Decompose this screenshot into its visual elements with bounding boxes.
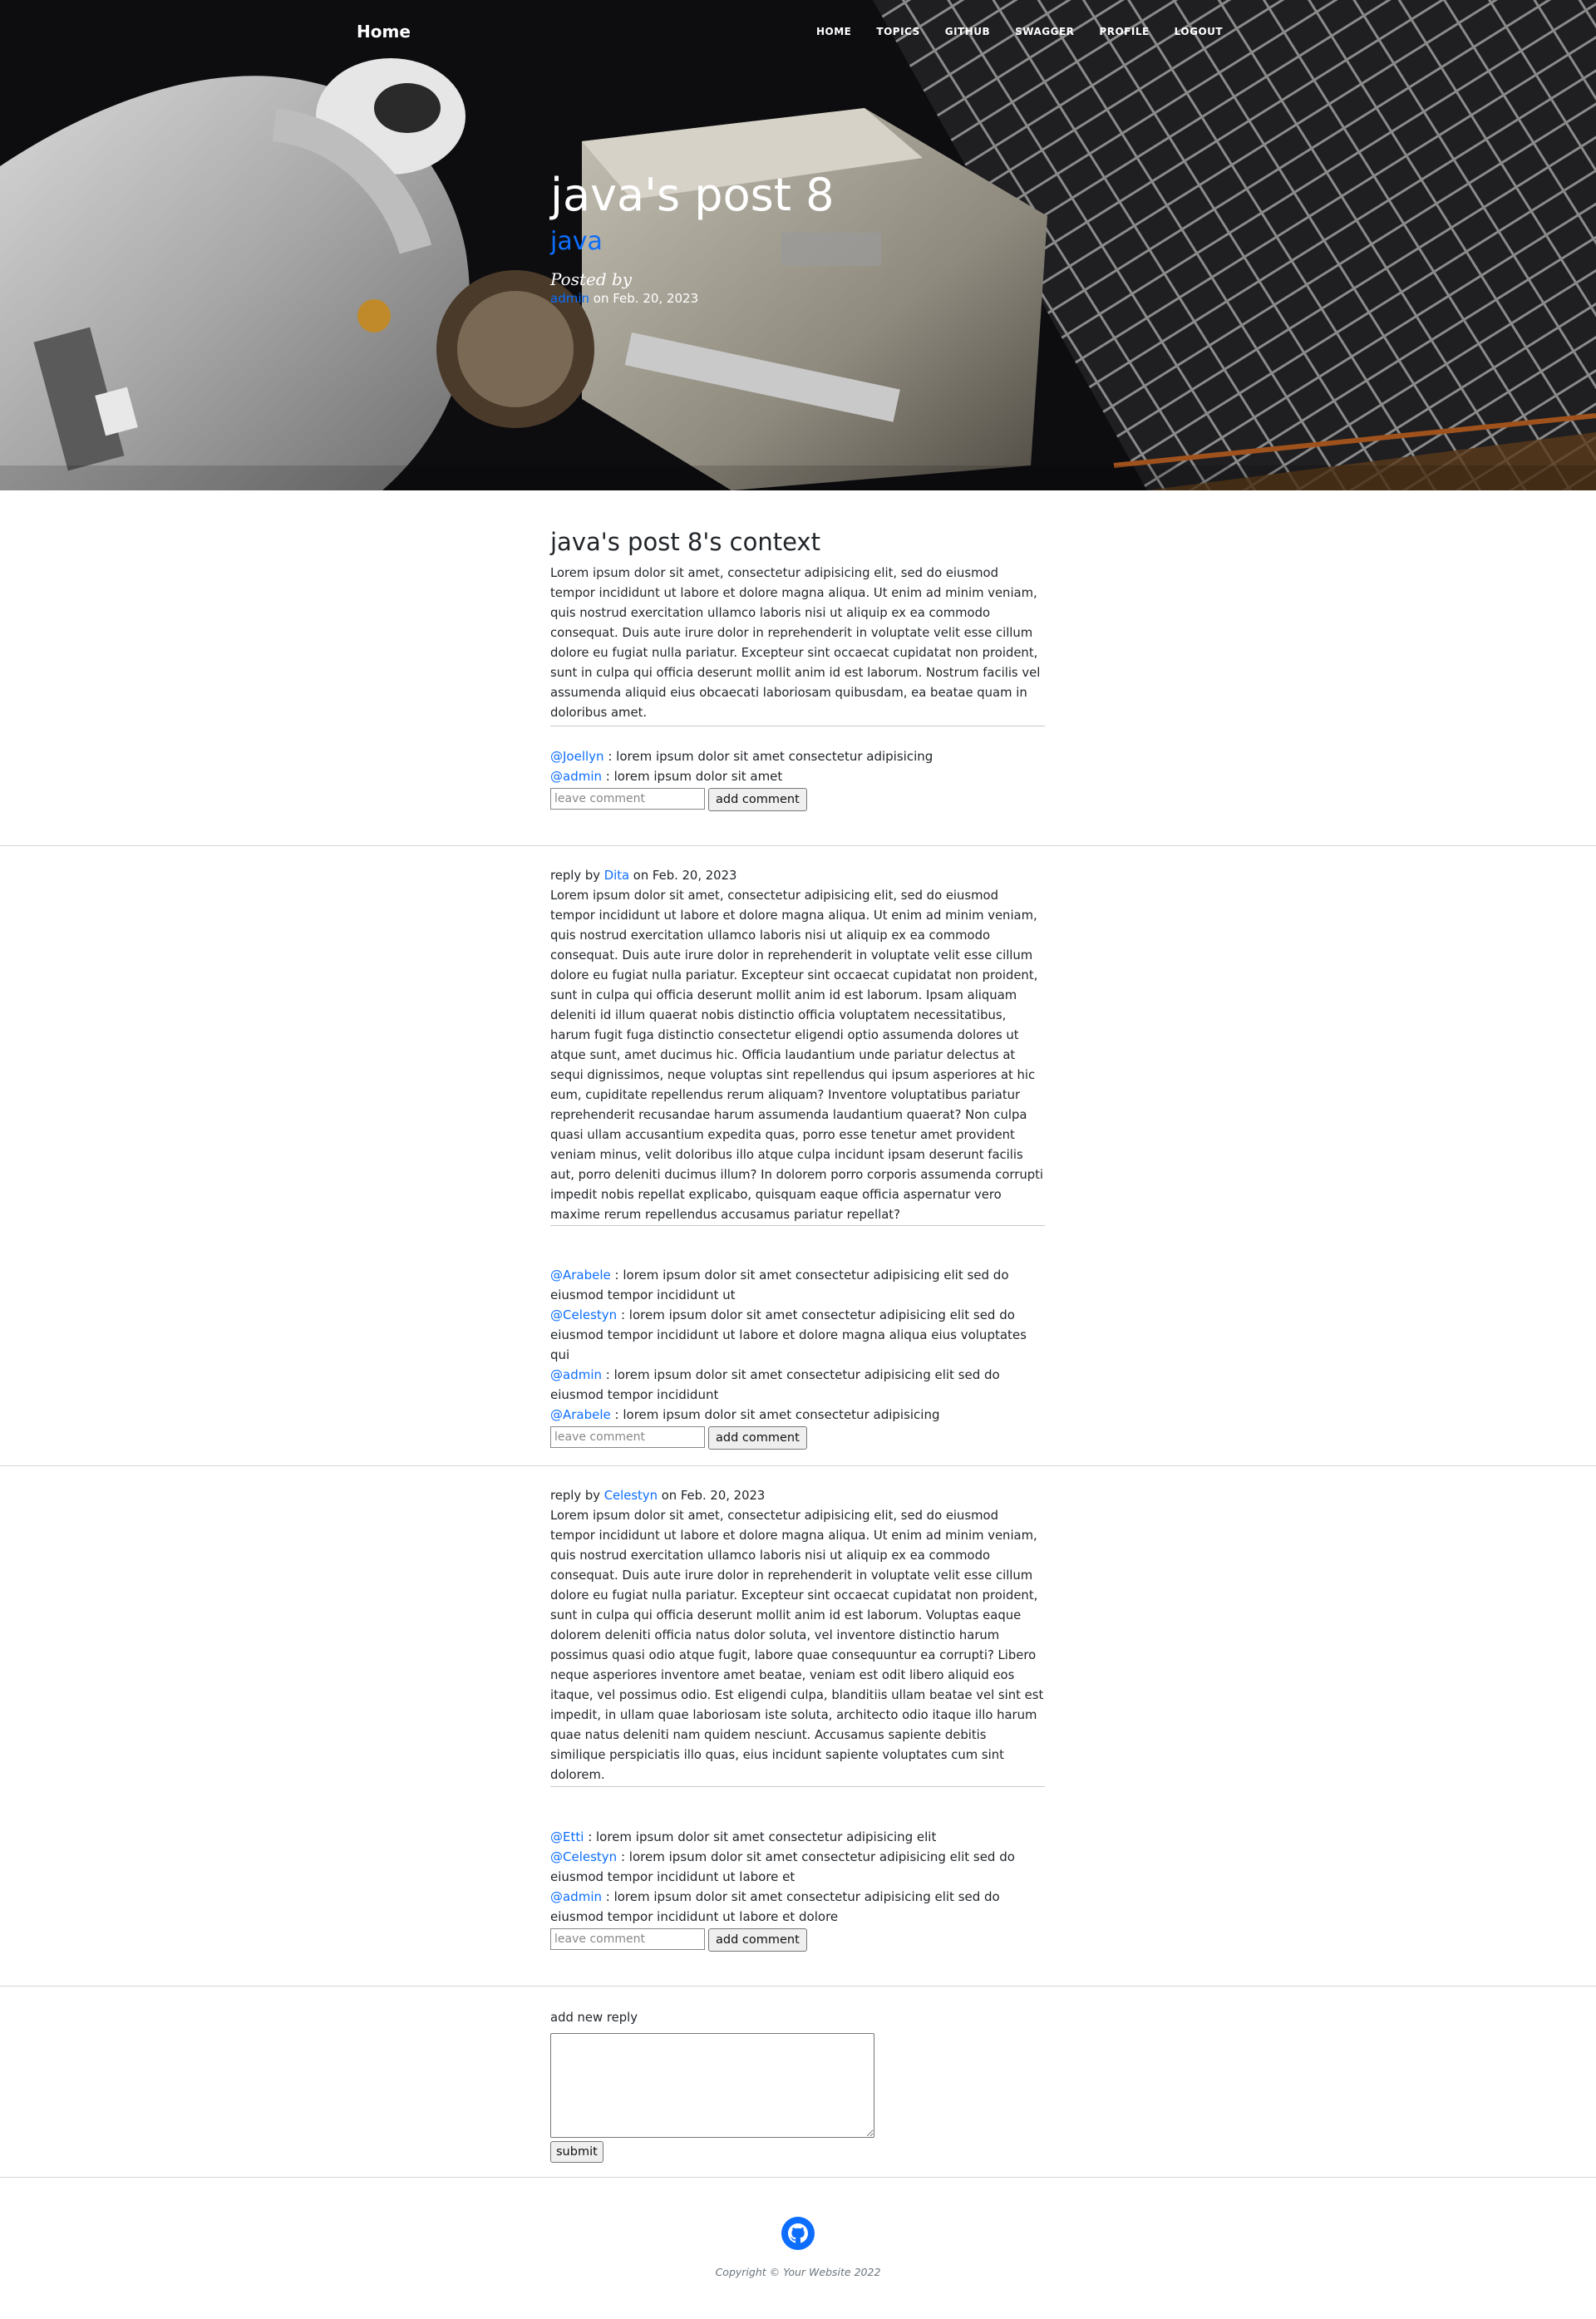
submit-button[interactable]: submit xyxy=(550,2141,603,2163)
post-meta: admin on Feb. 20, 2023 xyxy=(550,291,834,306)
reply-prefix: reply by xyxy=(550,1489,604,1503)
section-divider xyxy=(0,1986,1596,1987)
comment-user-link[interactable]: @Arabele xyxy=(550,1407,611,1422)
comment-user-link[interactable]: @Celestyn xyxy=(550,1307,617,1322)
top-navbar: Home HOME TOPICS GITHUB SWAGGER PROFILE … xyxy=(0,0,1596,66)
comment-user-link[interactable]: @Etti xyxy=(550,1829,584,1844)
divider xyxy=(550,1786,1045,1787)
context-text: Lorem ipsum dolor sit amet, consectetur … xyxy=(550,566,1041,720)
post-author-link[interactable]: admin xyxy=(550,291,589,306)
comment-user-link[interactable]: @Celestyn xyxy=(550,1849,617,1864)
nav-link-logout[interactable]: LOGOUT xyxy=(1175,26,1223,37)
nav-link-github[interactable]: GITHUB xyxy=(945,26,990,37)
post-heading: java's post 8 java Posted by admin on Fe… xyxy=(550,166,834,306)
reply-meta: reply by Dita on Feb. 20, 2023 xyxy=(550,866,1045,886)
reply-comments: @Arabele : lorem ipsum dolor sit amet co… xyxy=(550,1265,1045,1450)
comment-form: add comment xyxy=(550,1426,1045,1450)
comment-user-link[interactable]: @Arabele xyxy=(550,1268,611,1283)
navbar-brand[interactable]: Home xyxy=(357,22,411,42)
reply: reply by Dita on Feb. 20, 2023 Lorem ips… xyxy=(550,866,1045,1225)
new-reply-form: add new reply submit xyxy=(550,2008,1045,2163)
comment-text: : lorem ipsum dolor sit amet consectetur… xyxy=(584,1829,937,1844)
comment-user-link[interactable]: @Joellyn xyxy=(550,749,604,764)
comment-input[interactable] xyxy=(550,1426,705,1448)
comment-text: : lorem ipsum dolor sit amet consectetur… xyxy=(550,1889,1000,1924)
comment-text: : lorem ipsum dolor sit amet consectetur… xyxy=(550,1307,1027,1362)
comment-input[interactable] xyxy=(550,1928,705,1950)
post-topic-link[interactable]: java xyxy=(550,226,834,258)
comment-item: @admin : lorem ipsum dolor sit amet cons… xyxy=(550,1887,1045,1927)
comment-item: @Joellyn : lorem ipsum dolor sit amet co… xyxy=(550,746,1045,766)
github-icon[interactable] xyxy=(781,2217,815,2250)
reply-prefix: reply by xyxy=(550,869,604,883)
comment-item: @admin : lorem ipsum dolor sit amet xyxy=(550,766,1045,786)
post-context: java's post 8's context Lorem ipsum dolo… xyxy=(550,525,1045,723)
add-comment-button[interactable]: add comment xyxy=(708,788,807,811)
divider xyxy=(550,1225,1045,1226)
section-divider xyxy=(0,845,1596,846)
reply-date: on Feb. 20, 2023 xyxy=(629,869,737,883)
section-divider xyxy=(0,2177,1596,2178)
comment-text: : lorem ipsum dolor sit amet consectetur… xyxy=(550,1849,1015,1884)
reply-meta: reply by Celestyn on Feb. 20, 2023 xyxy=(550,1486,1045,1506)
add-comment-button[interactable]: add comment xyxy=(708,1928,807,1952)
nav-link-topics[interactable]: TOPICS xyxy=(876,26,919,37)
comment-item: @Arabele : lorem ipsum dolor sit amet co… xyxy=(550,1265,1045,1305)
github-icon-glyph xyxy=(788,2223,808,2243)
comment-item: @admin : lorem ipsum dolor sit amet cons… xyxy=(550,1365,1045,1405)
comment-text: : lorem ipsum dolor sit amet consectetur… xyxy=(603,749,933,764)
reply-author-link[interactable]: Celestyn xyxy=(604,1489,658,1503)
post-date: on Feb. 20, 2023 xyxy=(593,291,699,306)
comment-text: : lorem ipsum dolor sit amet xyxy=(602,769,783,784)
comment-item: @Arabele : lorem ipsum dolor sit amet co… xyxy=(550,1405,1045,1425)
comment-text: : lorem ipsum dolor sit amet consectetur… xyxy=(550,1367,1000,1402)
post-header: Home HOME TOPICS GITHUB SWAGGER PROFILE … xyxy=(0,0,1596,490)
reply-text: Lorem ipsum dolor sit amet, consectetur … xyxy=(550,1509,1044,1782)
nav-link-profile[interactable]: PROFILE xyxy=(1099,26,1149,37)
nav-link-home[interactable]: HOME xyxy=(816,26,851,37)
comment-user-link[interactable]: @admin xyxy=(550,1367,602,1382)
reply-author-link[interactable]: Dita xyxy=(604,869,629,883)
reply-date: on Feb. 20, 2023 xyxy=(657,1489,766,1503)
reply-comments: @Etti : lorem ipsum dolor sit amet conse… xyxy=(550,1827,1045,1952)
context-comments: @Joellyn : lorem ipsum dolor sit amet co… xyxy=(550,746,1045,811)
nav-link-swagger[interactable]: SWAGGER xyxy=(1015,26,1074,37)
comment-form: add comment xyxy=(550,1928,1045,1952)
posted-by-label: Posted by xyxy=(550,269,633,289)
comment-user-link[interactable]: @admin xyxy=(550,769,602,784)
new-reply-label: add new reply xyxy=(550,2011,638,2025)
add-comment-button[interactable]: add comment xyxy=(708,1426,807,1450)
comment-text: : lorem ipsum dolor sit amet consectetur… xyxy=(610,1407,940,1422)
comment-item: @Etti : lorem ipsum dolor sit amet conse… xyxy=(550,1827,1045,1847)
comment-user-link[interactable]: @admin xyxy=(550,1889,602,1904)
comment-item: @Celestyn : lorem ipsum dolor sit amet c… xyxy=(550,1847,1045,1887)
post-title: java's post 8 xyxy=(550,169,835,221)
reply: reply by Celestyn on Feb. 20, 2023 Lorem… xyxy=(550,1486,1045,1785)
comment-form: add comment xyxy=(550,788,1045,811)
nav-links: HOME TOPICS GITHUB SWAGGER PROFILE LOGOU… xyxy=(816,26,1248,37)
section-divider xyxy=(0,1465,1596,1466)
context-title: java's post 8's context xyxy=(550,528,820,556)
copyright-text: Copyright © Your Website 2022 xyxy=(715,2266,881,2278)
reply-text: Lorem ipsum dolor sit amet, consectetur … xyxy=(550,889,1044,1222)
comment-input[interactable] xyxy=(550,788,705,810)
new-reply-textarea[interactable] xyxy=(550,2033,874,2138)
comment-item: @Celestyn : lorem ipsum dolor sit amet c… xyxy=(550,1305,1045,1365)
comment-text: : lorem ipsum dolor sit amet consectetur… xyxy=(550,1268,1009,1302)
